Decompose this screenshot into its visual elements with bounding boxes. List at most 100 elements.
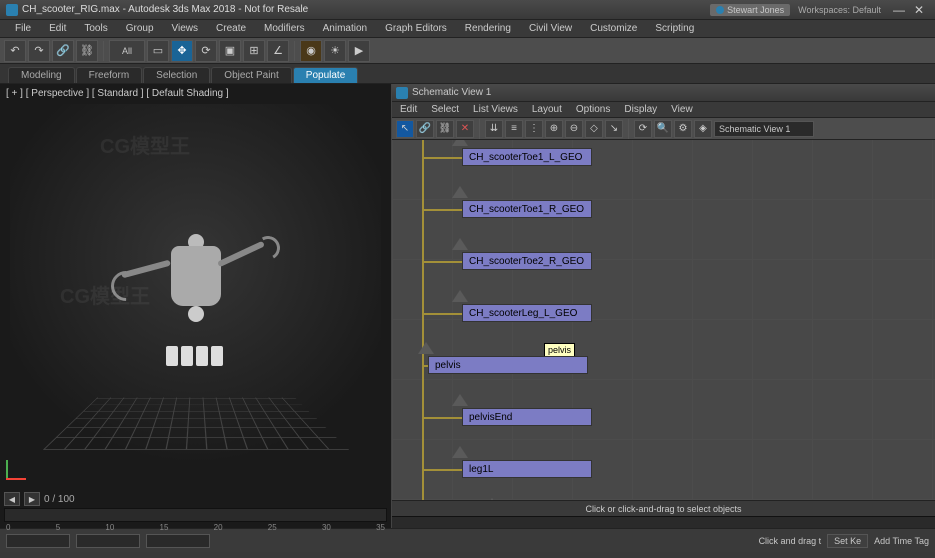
sv-unlink-button[interactable]: ⛓ [436, 120, 454, 138]
time-tick: 25 [268, 523, 277, 532]
node-expand-icon[interactable] [452, 186, 468, 198]
time-tick: 0 [6, 523, 10, 532]
tab-object-paint[interactable]: Object Paint [211, 67, 291, 83]
menu-file[interactable]: File [6, 23, 40, 34]
node-expand-icon[interactable] [452, 446, 468, 458]
menu-group[interactable]: Group [117, 23, 163, 34]
menu-views[interactable]: Views [163, 23, 208, 34]
user-chip[interactable]: Stewart Jones [710, 4, 790, 16]
menu-modifiers[interactable]: Modifiers [255, 23, 314, 34]
menu-animation[interactable]: Animation [314, 23, 376, 34]
time-prev-button[interactable]: ◀ [4, 492, 20, 506]
menu-create[interactable]: Create [207, 23, 255, 34]
coord-y-field[interactable] [76, 534, 140, 548]
sv-move-children-button[interactable]: ↘ [605, 120, 623, 138]
sv-free-all-button[interactable]: ◇ [585, 120, 603, 138]
schematic-node[interactable]: pelvis [428, 356, 588, 374]
tab-modeling[interactable]: Modeling [8, 67, 75, 83]
titlebar: CH_scooter_RIG.max - Autodesk 3ds Max 20… [0, 0, 935, 20]
schematic-toolbar: ↖ 🔗 ⛓ ✕ ⇊ ≡ ⋮ ⊕ ⊖ ◇ ↘ ⟳ 🔍 ⚙ ◈ Schematic … [392, 118, 935, 140]
time-tick: 15 [160, 523, 169, 532]
sv-arrange-v-button[interactable]: ⋮ [525, 120, 543, 138]
snap-button[interactable]: ⊞ [243, 40, 265, 62]
sv-menu-display[interactable]: Display [620, 104, 661, 115]
add-time-tag-label[interactable]: Add Time Tag [874, 536, 929, 546]
menu-graph-editors[interactable]: Graph Editors [376, 23, 456, 34]
hierarchy-link [422, 313, 462, 315]
hierarchy-link [422, 261, 462, 263]
rotate-button[interactable]: ⟳ [195, 40, 217, 62]
schematic-node[interactable]: pelvisEnd [462, 408, 592, 426]
sv-menu-view[interactable]: View [667, 104, 697, 115]
set-key-button[interactable]: Set Ke [827, 534, 868, 548]
node-expand-icon[interactable] [418, 342, 434, 354]
sv-refresh-button[interactable]: ⟳ [634, 120, 652, 138]
schematic-view-panel: Schematic View 1 Edit Select List Views Lay… [392, 84, 935, 528]
schematic-node[interactable]: CH_scooterToe2_R_GEO [462, 252, 592, 270]
sv-menu-select[interactable]: Select [427, 104, 463, 115]
scale-button[interactable]: ▣ [219, 40, 241, 62]
sv-select-button[interactable]: ↖ [396, 120, 414, 138]
robot-model[interactable] [126, 216, 266, 376]
angle-snap-button[interactable]: ∠ [267, 40, 289, 62]
render-button[interactable]: ▶ [348, 40, 370, 62]
sv-menu-list-views[interactable]: List Views [469, 104, 522, 115]
sv-menu-edit[interactable]: Edit [396, 104, 421, 115]
axis-gizmo[interactable] [6, 450, 36, 480]
material-editor-button[interactable]: ◉ [300, 40, 322, 62]
node-expand-icon[interactable] [452, 394, 468, 406]
selection-filter[interactable]: All [109, 40, 145, 62]
sv-menu-layout[interactable]: Layout [528, 104, 566, 115]
node-expand-icon[interactable] [452, 140, 468, 146]
schematic-node[interactable]: CH_scooterToe1_L_GEO [462, 148, 592, 166]
coord-z-field[interactable] [146, 534, 210, 548]
viewport-scene[interactable] [10, 104, 381, 488]
unlink-button[interactable]: ⛓ [76, 40, 98, 62]
render-setup-button[interactable]: ☀ [324, 40, 346, 62]
viewport[interactable]: [ + ] [ Perspective ] [ Standard ] [ Def… [0, 84, 392, 528]
user-avatar-icon [716, 6, 724, 14]
sv-arrange-children-button[interactable]: ⇊ [485, 120, 503, 138]
undo-button[interactable]: ↶ [4, 40, 26, 62]
minimize-button[interactable]: — [889, 3, 909, 17]
sv-arrange-h-button[interactable]: ≡ [505, 120, 523, 138]
sv-view-name-field[interactable]: Schematic View 1 [714, 121, 814, 137]
sv-menu-options[interactable]: Options [572, 104, 614, 115]
viewport-label[interactable]: [ + ] [ Perspective ] [ Standard ] [ Def… [6, 88, 229, 99]
app-icon [6, 4, 18, 16]
sv-collapse-button[interactable]: ⊖ [565, 120, 583, 138]
redo-button[interactable]: ↷ [28, 40, 50, 62]
menu-tools[interactable]: Tools [75, 23, 116, 34]
menu-scripting[interactable]: Scripting [646, 23, 703, 34]
sv-expand-button[interactable]: ⊕ [545, 120, 563, 138]
schematic-h-scrollbar[interactable] [392, 516, 935, 528]
link-button[interactable]: 🔗 [52, 40, 74, 62]
coord-x-field[interactable] [6, 534, 70, 548]
sv-bookmark-button[interactable]: ◈ [694, 120, 712, 138]
menu-civil-view[interactable]: Civil View [520, 23, 581, 34]
menu-rendering[interactable]: Rendering [456, 23, 520, 34]
schematic-node[interactable]: CH_scooterLeg_L_GEO [462, 304, 592, 322]
menu-customize[interactable]: Customize [581, 23, 646, 34]
tab-selection[interactable]: Selection [143, 67, 210, 83]
time-next-button[interactable]: ▶ [24, 492, 40, 506]
sv-preferences-button[interactable]: ⚙ [674, 120, 692, 138]
sv-delete-button[interactable]: ✕ [456, 120, 474, 138]
schematic-menubar: Edit Select List Views Layout Options Display… [392, 102, 935, 118]
schematic-canvas[interactable]: pelvis CH_scooterToe1_L_GEO CH_scooterToe… [392, 140, 935, 500]
tab-populate[interactable]: Populate [293, 67, 358, 83]
tab-freeform[interactable]: Freeform [76, 67, 143, 83]
menu-edit[interactable]: Edit [40, 23, 75, 34]
select-button[interactable]: ▭ [147, 40, 169, 62]
grid-floor [42, 397, 348, 449]
sv-zoom-button[interactable]: 🔍 [654, 120, 672, 138]
close-button[interactable]: ✕ [909, 3, 929, 17]
move-button[interactable]: ✥ [171, 40, 193, 62]
time-slider[interactable] [4, 508, 387, 522]
sv-link-button[interactable]: 🔗 [416, 120, 434, 138]
node-expand-icon[interactable] [452, 290, 468, 302]
node-expand-icon[interactable] [452, 238, 468, 250]
schematic-node[interactable]: leg1L [462, 460, 592, 478]
workspaces-label[interactable]: Workspaces: Default [798, 5, 881, 15]
schematic-node[interactable]: CH_scooterToe1_R_GEO [462, 200, 592, 218]
